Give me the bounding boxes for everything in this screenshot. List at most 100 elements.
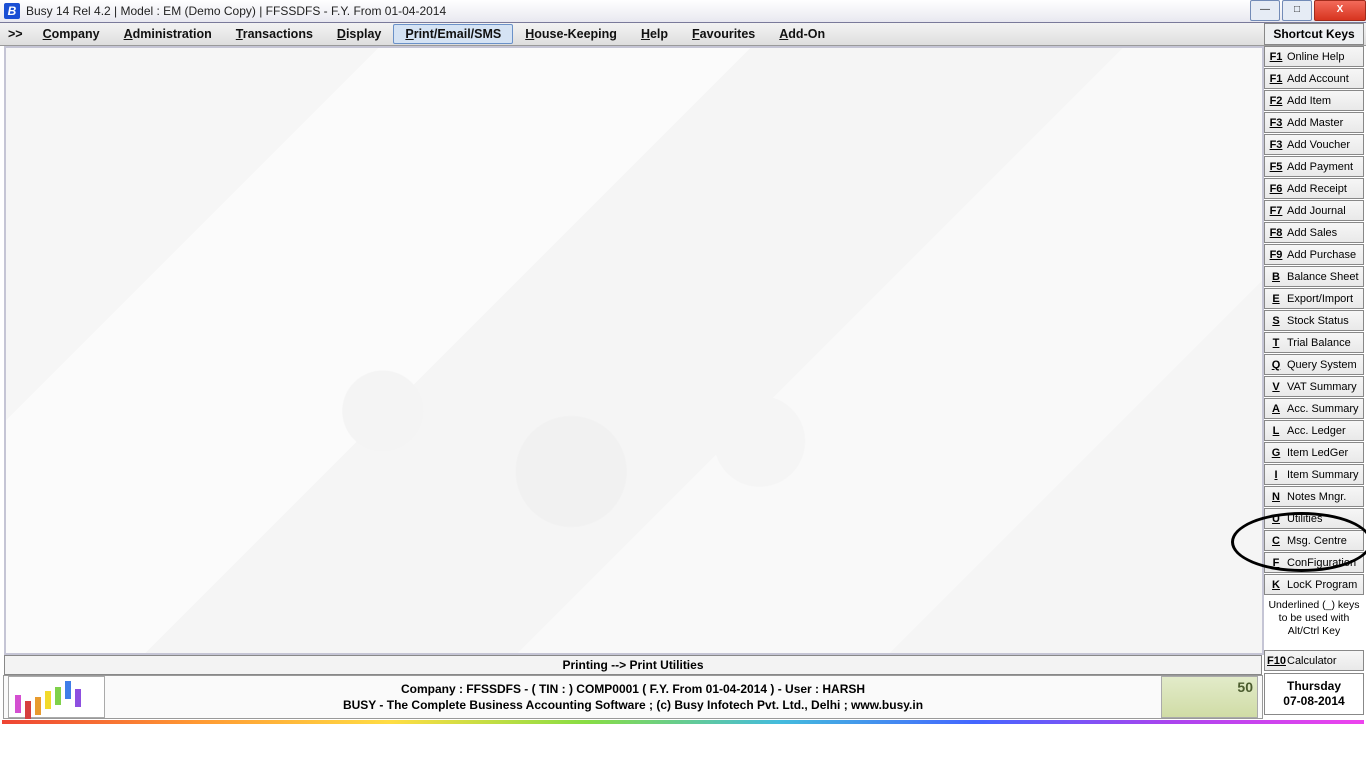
shortcut-add-journal[interactable]: F7Add Journal bbox=[1264, 200, 1364, 221]
shortcut-note-line: Underlined (_) keys bbox=[1264, 599, 1364, 612]
day-label: Thursday bbox=[1287, 679, 1341, 694]
main-workspace bbox=[4, 46, 1264, 655]
shortcut-key: F1 bbox=[1267, 51, 1285, 63]
window-title: Busy 14 Rel 4.2 | Model : EM (Demo Copy)… bbox=[26, 4, 446, 18]
shortcut-panel-header: Shortcut Keys bbox=[1264, 23, 1364, 45]
minimize-button[interactable]: — bbox=[1250, 0, 1280, 21]
shortcut-add-receipt[interactable]: F6Add Receipt bbox=[1264, 178, 1364, 199]
shortcut-key: F5 bbox=[1267, 161, 1285, 173]
rainbow-divider bbox=[2, 720, 1364, 724]
shortcut-key: U bbox=[1267, 513, 1285, 525]
shortcut-key: K bbox=[1267, 579, 1285, 591]
menu-print-email-sms[interactable]: Print/Email/SMS bbox=[393, 24, 513, 44]
menu-overflow-icon[interactable]: >> bbox=[0, 27, 31, 41]
shortcut-label: Online Help bbox=[1285, 51, 1361, 63]
shortcut-label: Notes Mngr. bbox=[1285, 491, 1361, 503]
shortcut-stock-status[interactable]: SStock Status bbox=[1264, 310, 1364, 331]
shortcut-acc-ledger[interactable]: LAcc. Ledger bbox=[1264, 420, 1364, 441]
shortcut-key: F6 bbox=[1267, 183, 1285, 195]
shortcut-lock-program[interactable]: KLocK Program bbox=[1264, 574, 1364, 595]
shortcut-label: Query System bbox=[1285, 359, 1361, 371]
shortcut-add-account[interactable]: F1Add Account bbox=[1264, 68, 1364, 89]
shortcut-add-item[interactable]: F2Add Item bbox=[1264, 90, 1364, 111]
shortcut-add-purchase[interactable]: F9Add Purchase bbox=[1264, 244, 1364, 265]
shortcut-label: Add Receipt bbox=[1285, 183, 1361, 195]
shortcut-export-import[interactable]: EExport/Import bbox=[1264, 288, 1364, 309]
shortcut-key: G bbox=[1267, 447, 1285, 459]
title-bar: B Busy 14 Rel 4.2 | Model : EM (Demo Cop… bbox=[0, 0, 1366, 23]
shortcut-key: F10 bbox=[1267, 655, 1285, 667]
shortcut-vat-summary[interactable]: VVAT Summary bbox=[1264, 376, 1364, 397]
shortcut-panel: Shortcut Keys F1Online HelpF1Add Account… bbox=[1264, 23, 1364, 715]
shortcut-key: V bbox=[1267, 381, 1285, 393]
shortcut-trial-balance[interactable]: TTrial Balance bbox=[1264, 332, 1364, 353]
shortcut-add-sales[interactable]: F8Add Sales bbox=[1264, 222, 1364, 243]
menu-administration[interactable]: Administration bbox=[112, 24, 224, 44]
shortcut-note: Underlined (_) keys to be used with Alt/… bbox=[1264, 599, 1364, 638]
shortcut-note-line: to be used with bbox=[1264, 612, 1364, 625]
shortcut-label: Add Voucher bbox=[1285, 139, 1361, 151]
shortcut-key: F2 bbox=[1267, 95, 1285, 107]
shortcut-label: Msg. Centre bbox=[1285, 535, 1361, 547]
shortcut-item-summary[interactable]: IItem Summary bbox=[1264, 464, 1364, 485]
currency-thumbnail-icon[interactable] bbox=[1161, 676, 1258, 718]
shortcut-key: Q bbox=[1267, 359, 1285, 371]
shortcut-label: Add Account bbox=[1285, 73, 1361, 85]
menu-add-on[interactable]: Add-On bbox=[767, 24, 837, 44]
shortcut-label: Add Purchase bbox=[1285, 249, 1361, 261]
shortcut-configuration[interactable]: FConFiguration bbox=[1264, 552, 1364, 573]
shortcut-add-master[interactable]: F3Add Master bbox=[1264, 112, 1364, 133]
shortcut-key: F9 bbox=[1267, 249, 1285, 261]
date-label: 07-08-2014 bbox=[1283, 694, 1344, 709]
menu-house-keeping[interactable]: House-Keeping bbox=[513, 24, 629, 44]
app-logo-icon: B bbox=[4, 3, 20, 19]
shortcut-label: Add Payment bbox=[1285, 161, 1361, 173]
footer-line1: Company : FFSSDFS - ( TIN : ) COMP0001 (… bbox=[109, 681, 1157, 697]
shortcut-label: LocK Program bbox=[1285, 579, 1361, 591]
menu-transactions[interactable]: Transactions bbox=[224, 24, 325, 44]
shortcut-key: C bbox=[1267, 535, 1285, 547]
menu-favourites[interactable]: Favourites bbox=[680, 24, 767, 44]
shortcut-note-line: Alt/Ctrl Key bbox=[1264, 625, 1364, 638]
shortcut-item-ledger[interactable]: GItem LedGer bbox=[1264, 442, 1364, 463]
shortcut-balance-sheet[interactable]: BBalance Sheet bbox=[1264, 266, 1364, 287]
shortcut-online-help[interactable]: F1Online Help bbox=[1264, 46, 1364, 67]
shortcut-add-payment[interactable]: F5Add Payment bbox=[1264, 156, 1364, 177]
maximize-button[interactable]: □ bbox=[1282, 0, 1312, 21]
shortcut-add-voucher[interactable]: F3Add Voucher bbox=[1264, 134, 1364, 155]
window-controls: — □ X bbox=[1248, 0, 1366, 21]
footer-bar: Company : FFSSDFS - ( TIN : ) COMP0001 (… bbox=[3, 675, 1263, 719]
shortcut-label: Add Sales bbox=[1285, 227, 1361, 239]
status-bar: Printing --> Print Utilities bbox=[4, 655, 1262, 675]
shortcut-label: VAT Summary bbox=[1285, 381, 1361, 393]
shortcut-key: B bbox=[1267, 271, 1285, 283]
shortcut-label: Utilities bbox=[1285, 513, 1361, 525]
shortcut-notes-mngr-[interactable]: NNotes Mngr. bbox=[1264, 486, 1364, 507]
shortcut-key: S bbox=[1267, 315, 1285, 327]
shortcut-utilities[interactable]: UUtilities bbox=[1264, 508, 1364, 529]
shortcut-query-system[interactable]: QQuery System bbox=[1264, 354, 1364, 375]
menu-help[interactable]: Help bbox=[629, 24, 680, 44]
shortcut-key: E bbox=[1267, 293, 1285, 305]
shortcut-key: A bbox=[1267, 403, 1285, 415]
calculator-button[interactable]: F10 Calculator bbox=[1264, 650, 1364, 671]
shortcut-key: N bbox=[1267, 491, 1285, 503]
shortcut-label: Acc. Ledger bbox=[1285, 425, 1361, 437]
menu-company[interactable]: Company bbox=[31, 24, 112, 44]
shortcut-key: I bbox=[1267, 469, 1285, 481]
menu-display[interactable]: Display bbox=[325, 24, 393, 44]
close-button[interactable]: X bbox=[1314, 0, 1366, 21]
shortcut-key: T bbox=[1267, 337, 1285, 349]
shortcut-msg-centre[interactable]: CMsg. Centre bbox=[1264, 530, 1364, 551]
chart-thumbnail-icon[interactable] bbox=[8, 676, 105, 718]
shortcut-label: Calculator bbox=[1285, 655, 1361, 667]
shortcut-label: Stock Status bbox=[1285, 315, 1361, 327]
shortcut-label: Export/Import bbox=[1285, 293, 1361, 305]
shortcut-key: F3 bbox=[1267, 139, 1285, 151]
shortcut-key: F3 bbox=[1267, 117, 1285, 129]
shortcut-key: L bbox=[1267, 425, 1285, 437]
shortcut-label: Item LedGer bbox=[1285, 447, 1361, 459]
shortcut-acc-summary[interactable]: AAcc. Summary bbox=[1264, 398, 1364, 419]
shortcut-key: F1 bbox=[1267, 73, 1285, 85]
shortcut-label: ConFiguration bbox=[1285, 557, 1361, 569]
